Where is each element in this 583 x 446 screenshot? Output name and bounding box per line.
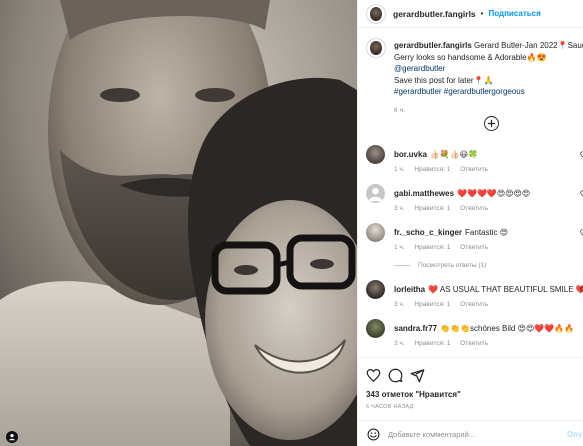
load-more-comments-button[interactable] bbox=[484, 116, 499, 131]
view-replies-button[interactable]: Посмотреть ответы (1) bbox=[394, 262, 486, 269]
view-replies-label: Посмотреть ответы (1) bbox=[418, 262, 487, 269]
comment-body: ❤️ AS USUAL THAT BEAUTIFUL SMILE ❤️ bbox=[428, 285, 583, 294]
comment-likes[interactable]: Нравится: 1 bbox=[414, 301, 450, 308]
photo-image bbox=[0, 0, 357, 446]
commenter-avatar[interactable] bbox=[366, 184, 385, 203]
comment-body: 👏👏👏schönes Bild 😍😍❤️❤️🔥🔥 bbox=[440, 324, 575, 333]
comment-likes[interactable]: Нравится: 1 bbox=[414, 340, 450, 347]
comment-meta: 3 ч. Нравится: 1 Ответить bbox=[394, 340, 496, 347]
comment-likes[interactable]: Нравится: 1 bbox=[414, 244, 450, 251]
replies-divider bbox=[394, 265, 410, 266]
comment-body: Fantastic 😍 bbox=[465, 228, 509, 237]
add-comment-bar: Опу bbox=[358, 420, 583, 446]
follow-button[interactable]: Подписаться bbox=[488, 9, 540, 18]
post-photo[interactable] bbox=[0, 0, 357, 446]
comment-text: gabi.matthewes ❤️❤️❤️❤️😍😍😍😍 bbox=[394, 189, 530, 198]
commenter-avatar[interactable] bbox=[366, 280, 385, 299]
comment-time: 3 ч. bbox=[394, 301, 405, 308]
comment-meta: 1 ч. Нравится: 1 Ответить bbox=[394, 166, 496, 173]
comment-time: 1 ч. bbox=[394, 244, 405, 251]
commenter-avatar[interactable] bbox=[366, 319, 385, 338]
comment-text: fr._scho_c_kinger Fantastic 😍 bbox=[394, 228, 508, 237]
commenter-username[interactable]: bor.uvka bbox=[394, 150, 427, 159]
likes-count[interactable]: 343 отметок "Нравится" bbox=[366, 390, 461, 399]
comment-input[interactable] bbox=[388, 427, 558, 441]
post-actions: 343 отметок "Нравится" 6 ЧАСОВ НАЗАД bbox=[358, 357, 583, 413]
comment-reply-button[interactable]: Ответить bbox=[460, 244, 488, 251]
default-avatar-icon bbox=[368, 187, 383, 202]
comment-time: 3 ч. bbox=[394, 205, 405, 212]
comment-body: ❤️❤️❤️❤️😍😍😍😍 bbox=[457, 189, 531, 198]
comment-icon[interactable] bbox=[388, 368, 403, 383]
comment-text: bor.uvka 👍🏻💐👍🏻😃🍀 bbox=[394, 150, 478, 159]
commenter-username[interactable]: fr._scho_c_kinger bbox=[394, 228, 462, 237]
commenter-username[interactable]: sandra.fr77 bbox=[394, 324, 437, 333]
comment-text: lorleitha ❤️ AS USUAL THAT BEAUTIFUL SMIL… bbox=[394, 285, 583, 294]
comment-likes[interactable]: Нравится: 1 bbox=[414, 166, 450, 173]
comment-meta: 3 ч. Нравится: 1 Ответить bbox=[394, 205, 496, 212]
caption-line-1: Gerard Butler-Jan 2022📍Saudi Arabi bbox=[474, 41, 583, 50]
comment-body: 👍🏻💐👍🏻😃🍀 bbox=[429, 150, 479, 159]
caption-line-4: Save this post for later📍🙏 bbox=[394, 75, 494, 85]
caption-username[interactable]: gerardbutler.fangirls bbox=[394, 41, 472, 50]
share-icon[interactable] bbox=[410, 368, 425, 383]
caption-avatar[interactable] bbox=[366, 38, 386, 58]
commenter-avatar[interactable] bbox=[366, 223, 385, 242]
comment-reply-button[interactable]: Ответить bbox=[460, 301, 488, 308]
commenter-username[interactable]: gabi.matthewes bbox=[394, 189, 454, 198]
comment-reply-button[interactable]: Ответить bbox=[460, 166, 488, 173]
post-side-panel: gerardbutler.fangirls • Подписаться gera… bbox=[357, 0, 583, 446]
comment-reply-button[interactable]: Ответить bbox=[460, 340, 488, 347]
plus-icon bbox=[487, 119, 496, 128]
like-heart-icon[interactable] bbox=[366, 368, 381, 383]
caption-body: gerardbutler.fangirls Gerard Butler-Jan … bbox=[394, 40, 583, 116]
comment-time: 3 ч. bbox=[394, 340, 405, 347]
caption-mention[interactable]: @gerardbutler bbox=[394, 63, 583, 75]
comment-time: 1 ч. bbox=[394, 166, 405, 173]
person-icon bbox=[9, 434, 15, 441]
caption-time: 6 ч. bbox=[394, 106, 406, 114]
caption-line-2: Gerry looks so handsome & Adorable🔥😍 bbox=[394, 52, 547, 62]
post-timestamp: 6 ЧАСОВ НАЗАД bbox=[366, 404, 414, 410]
user-tag-badge[interactable] bbox=[6, 431, 18, 443]
post-header: gerardbutler.fangirls • Подписаться bbox=[358, 0, 583, 28]
caption-hashtags[interactable]: #gerardbutler #gerardbutlergorgeous bbox=[394, 86, 583, 98]
commenter-avatar[interactable] bbox=[366, 145, 385, 164]
post-comment-button[interactable]: Опу bbox=[567, 430, 583, 439]
comment-text: sandra.fr77 👏👏👏schönes Bild 😍😍❤️❤️🔥🔥 bbox=[394, 324, 574, 333]
commenter-username[interactable]: lorleitha bbox=[394, 285, 425, 294]
comment-likes[interactable]: Нравится: 1 bbox=[414, 205, 450, 212]
author-username[interactable]: gerardbutler.fangirls bbox=[393, 9, 476, 19]
author-avatar[interactable] bbox=[366, 3, 386, 24]
emoji-icon[interactable] bbox=[367, 428, 380, 441]
comment-meta: 1 ч. Нравится: 1 Ответить bbox=[394, 244, 496, 251]
header-separator: • bbox=[480, 9, 484, 18]
comment-meta: 3 ч. Нравится: 1 Ответить bbox=[394, 301, 496, 308]
comment-reply-button[interactable]: Ответить bbox=[460, 205, 488, 212]
